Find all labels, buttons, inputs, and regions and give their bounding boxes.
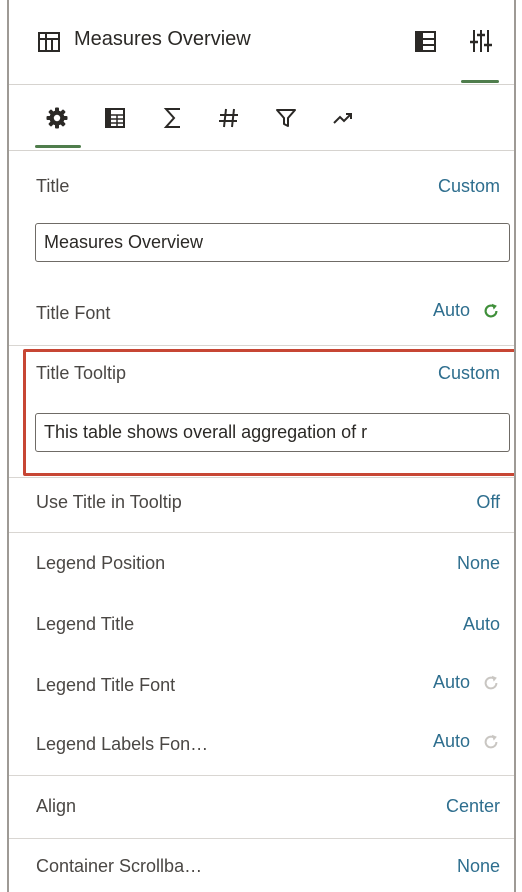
filter-icon[interactable]	[274, 106, 298, 130]
container-scrollbar-value[interactable]: None	[457, 856, 500, 877]
hash-icon[interactable]	[217, 106, 241, 130]
title-label: Title	[36, 176, 70, 196]
legend-title-font-value[interactable]: Auto	[433, 672, 500, 693]
legend-title-label: Legend Title	[36, 614, 135, 634]
title-tooltip-mode-value[interactable]: Custom	[438, 363, 500, 384]
active-tab-indicator	[35, 145, 81, 148]
gear-icon[interactable]	[45, 106, 69, 130]
table-icon	[38, 32, 60, 52]
refresh-icon[interactable]	[482, 302, 500, 320]
divider	[9, 775, 514, 776]
sigma-icon[interactable]	[161, 106, 185, 130]
legend-position-label: Legend Position	[36, 553, 166, 573]
properties-panel: Measures Overview Title Custom Measures …	[7, 0, 516, 892]
divider	[9, 477, 514, 478]
align-label: Align	[36, 796, 77, 816]
use-title-in-tooltip-label: Use Title in Tooltip	[36, 492, 182, 512]
title-font-label: Title Font	[36, 303, 111, 323]
properties-sliders-icon[interactable]	[470, 28, 492, 54]
divider	[9, 532, 514, 533]
legend-labels-font-label: Legend Labels Fon…	[36, 734, 209, 754]
legend-labels-font-value-text: Auto	[432, 731, 470, 751]
title-font-value[interactable]: Auto	[433, 300, 500, 321]
divider	[9, 84, 514, 85]
divider	[9, 838, 514, 839]
title-mode-value[interactable]: Custom	[438, 176, 500, 197]
table-grid-icon[interactable]	[103, 106, 127, 130]
legend-title-font-value-text: Auto	[432, 672, 470, 692]
title-input[interactable]: Measures Overview	[35, 223, 510, 262]
container-scrollbar-label: Container Scrollba…	[36, 856, 203, 876]
align-value[interactable]: Center	[446, 796, 500, 817]
title-tooltip-label: Title Tooltip	[36, 363, 127, 383]
panel-title: Measures Overview	[74, 28, 251, 50]
panel-header: Measures Overview	[9, 0, 514, 84]
layout-panel-icon[interactable]	[415, 31, 436, 52]
legend-title-font-label: Legend Title Font	[36, 675, 176, 695]
properties-tab-indicator	[461, 80, 499, 83]
legend-labels-font-value[interactable]: Auto	[433, 731, 500, 752]
legend-position-value[interactable]: None	[457, 553, 500, 574]
refresh-icon	[484, 734, 498, 748]
title-tooltip-input[interactable]: This table shows overall aggregation of …	[35, 413, 510, 452]
title-font-value-text: Auto	[432, 300, 470, 320]
trend-icon[interactable]	[331, 106, 355, 130]
refresh-icon	[484, 675, 498, 689]
divider	[9, 150, 514, 151]
use-title-in-tooltip-value[interactable]: Off	[476, 492, 500, 513]
divider	[9, 345, 514, 346]
legend-title-value[interactable]: Auto	[463, 614, 500, 635]
